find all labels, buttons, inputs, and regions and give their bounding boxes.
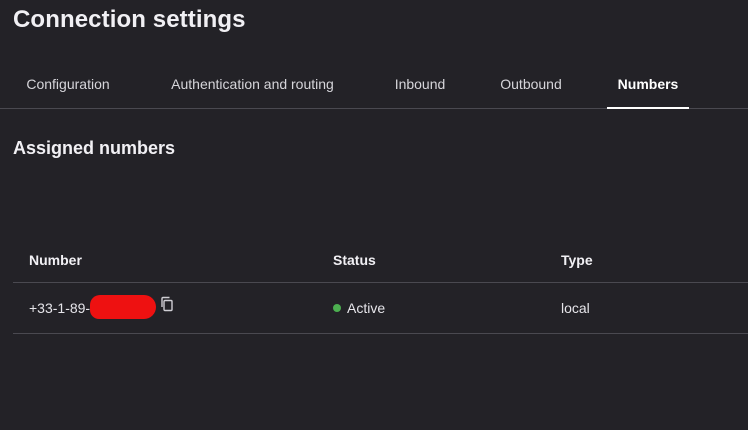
phone-number-text: +33-1-89- — [29, 300, 91, 316]
tab-authentication-and-routing[interactable]: Authentication and routing — [155, 62, 350, 108]
type-cell: local — [561, 300, 590, 316]
tab-outbound[interactable]: Outbound — [488, 62, 574, 108]
tab-bar: Configuration Authentication and routing… — [0, 62, 748, 109]
number-cell: +33-1-89- — [29, 283, 174, 333]
tab-numbers[interactable]: Numbers — [607, 62, 689, 109]
connection-settings-page: Connection settings Configuration Authen… — [0, 0, 748, 430]
column-header-type: Type — [561, 252, 593, 268]
assigned-numbers-table: Number Status Type +33-1-89- Active loca… — [13, 238, 748, 334]
column-header-number: Number — [29, 252, 82, 268]
table-header: Number Status Type — [13, 238, 748, 283]
tab-inbound[interactable]: Inbound — [383, 62, 457, 108]
redaction-mark — [90, 295, 157, 320]
tab-configuration[interactable]: Configuration — [13, 62, 123, 108]
column-header-status: Status — [333, 252, 376, 268]
status-dot-icon — [333, 304, 341, 313]
table-row: +33-1-89- Active local — [13, 283, 748, 334]
page-title: Connection settings — [13, 6, 246, 33]
status-text: Active — [347, 300, 386, 316]
copy-icon[interactable] — [160, 282, 174, 332]
section-title-assigned-numbers: Assigned numbers — [13, 138, 176, 158]
status-cell: Active — [333, 283, 385, 333]
